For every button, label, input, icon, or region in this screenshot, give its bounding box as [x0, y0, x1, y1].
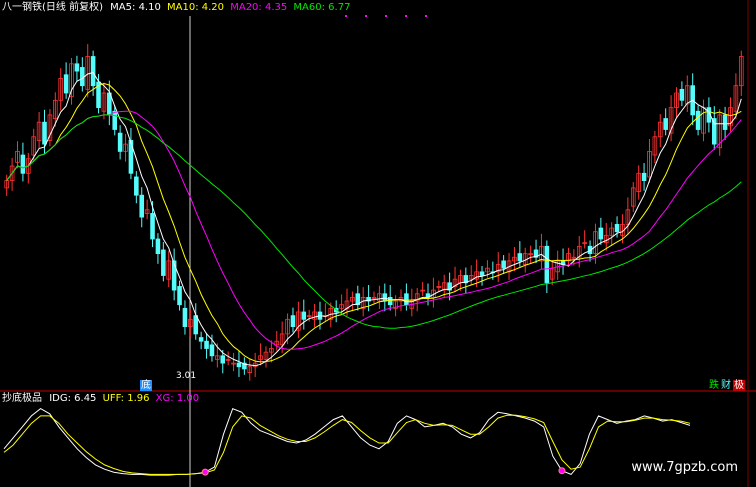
candle-body [117, 132, 123, 152]
candle-body [204, 340, 209, 349]
ma10-label: MA10: [167, 2, 199, 13]
candle-body [712, 118, 717, 145]
xg-signal-marker [201, 468, 209, 476]
right-badge-2: 财 [721, 380, 731, 391]
sub-header: 抄底极品 IDG: 6.45 UFF: 1.96 XG: 1.00 [2, 393, 199, 405]
header-marker [365, 15, 367, 17]
idg-value: 6.45 [74, 393, 97, 404]
candle-body [544, 245, 550, 284]
candle-body [150, 213, 155, 240]
candle-body [139, 194, 145, 218]
uff-label: UFF: [102, 393, 125, 404]
candle-body [290, 315, 296, 327]
ma5-label: MA5: [110, 2, 136, 13]
candle-body [80, 67, 85, 87]
candle-body [209, 344, 215, 357]
candle-body [382, 293, 388, 302]
candle-body [663, 118, 668, 130]
xg-signal-marker [558, 467, 566, 475]
xg-value: 1.00 [176, 393, 200, 404]
candle-body [198, 337, 204, 342]
candle-body [614, 223, 620, 233]
candle-body [42, 121, 47, 145]
candle-body [20, 154, 26, 174]
candle-body [722, 114, 728, 130]
main-price-panel [4, 15, 744, 381]
main-header: 八一钢铁(日线 前复权) MA5: 4.10 MA10: 4.20 MA20: … [2, 2, 350, 14]
candle-body [387, 296, 393, 306]
ma5-value: 4.10 [138, 2, 161, 13]
ma60-label: MA60: [293, 2, 325, 13]
candle-body [220, 355, 226, 364]
candle-body [479, 271, 485, 276]
uff-line [3, 414, 691, 475]
ma10-value: 4.20 [201, 2, 225, 13]
right-badge-3: 极 [733, 380, 745, 391]
idg-line [3, 407, 691, 476]
indicator-panel [3, 407, 691, 476]
candle-body [161, 249, 166, 276]
header-marker [425, 15, 427, 17]
bottom-badge: 底 [140, 380, 152, 391]
candle-body [74, 63, 80, 72]
candle-body [501, 260, 506, 269]
ma60-value: 6.77 [328, 2, 351, 13]
candle-body [182, 307, 188, 328]
candle-body [517, 253, 523, 262]
candle-body [598, 227, 604, 240]
header-marker [385, 15, 387, 17]
candle-body [301, 311, 307, 320]
candle-body [641, 172, 647, 182]
sub-title: 抄底极品 [2, 393, 42, 404]
candle-body [90, 56, 96, 87]
candle-body [695, 110, 701, 130]
xg-label: XG: [155, 393, 174, 404]
idg-label: IDG: [49, 393, 71, 404]
candle-body [112, 110, 118, 130]
ma20-value: 4.35 [264, 2, 288, 13]
header-marker [405, 15, 407, 17]
candle-body [63, 74, 69, 94]
watermark: www.7gpzb.com [631, 460, 738, 475]
main-title: 八一钢铁(日线 前复权) [2, 2, 103, 13]
candle-body [155, 238, 161, 254]
ma20-label: MA20: [230, 2, 262, 13]
stock-chart [0, 0, 756, 487]
right-badge-1: 跌 [709, 380, 719, 391]
candle-body [171, 260, 177, 291]
candle-body [177, 286, 182, 306]
candle-body [679, 88, 685, 101]
candle-body [193, 315, 199, 335]
candle-body [404, 293, 409, 306]
uff-value: 1.96 [127, 393, 150, 404]
header-marker [345, 15, 347, 17]
low-price-label: 3.01 [176, 371, 197, 381]
candle-body [134, 176, 139, 196]
candle-body [236, 362, 242, 368]
